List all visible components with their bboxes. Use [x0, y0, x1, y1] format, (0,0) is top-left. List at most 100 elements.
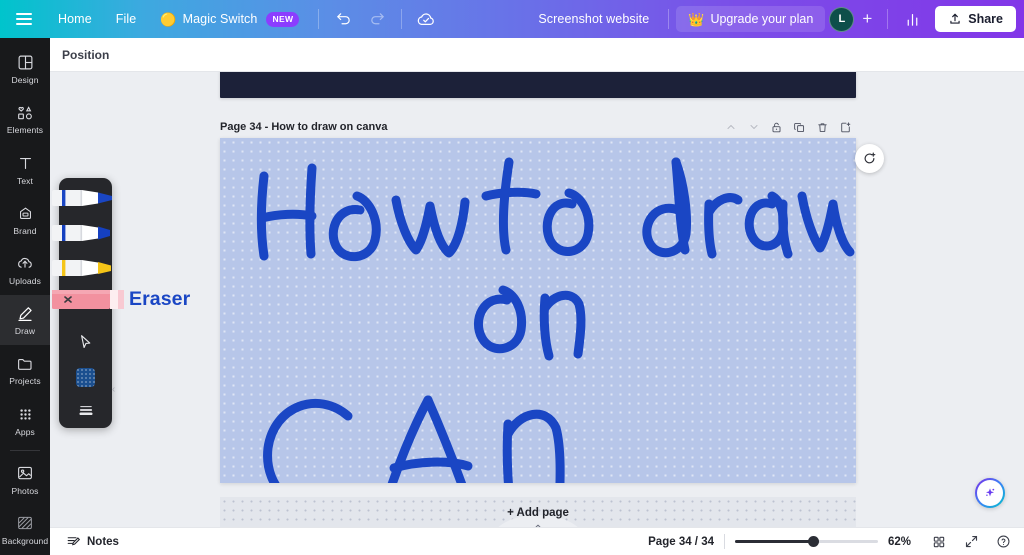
sidebar-item-photos[interactable]: Photos [0, 455, 50, 505]
main-menu-button[interactable] [2, 8, 44, 30]
redo-button[interactable] [362, 4, 392, 34]
add-page-icon[interactable] [835, 117, 856, 138]
grid-view-button[interactable] [928, 531, 950, 553]
sidebar-item-elements[interactable]: Elements [0, 94, 50, 144]
toolbar-divider-3 [668, 9, 670, 29]
file-label: File [115, 12, 137, 26]
share-button[interactable]: Share [935, 6, 1016, 32]
add-page-strip[interactable]: + Add page [220, 497, 856, 527]
avatar[interactable]: L [829, 6, 855, 32]
delete-page-icon[interactable] [812, 117, 833, 138]
avatar-initial: L [838, 13, 846, 25]
bottom-toolbar-right: Page 34 / 34 62% [648, 531, 1014, 553]
notes-button[interactable]: Notes [60, 531, 125, 552]
collapse-draw-panel-button[interactable]: ‹ [108, 375, 119, 403]
add-collaborator-button[interactable]: + [854, 9, 880, 29]
sidebar-divider [10, 449, 40, 451]
draw-tool-eraser[interactable] [52, 288, 134, 311]
sidebar-item-apps[interactable]: Apps [0, 395, 50, 445]
projects-icon [16, 354, 34, 373]
sidebar-item-design[interactable]: Design [0, 44, 50, 94]
crown-icon: 👑 [688, 11, 705, 27]
cloud-save-status-button[interactable] [411, 4, 441, 34]
uploads-icon [16, 254, 34, 273]
notes-label: Notes [87, 535, 119, 548]
upload-icon [950, 13, 960, 24]
magic-switch-icon: 🟡 [160, 11, 177, 27]
position-button[interactable]: Position [50, 48, 109, 62]
move-page-up-icon[interactable] [720, 117, 741, 138]
grid-view-icon [933, 536, 945, 547]
upgrade-plan-label: Upgrade your plan [710, 12, 814, 26]
elements-icon [16, 103, 34, 122]
insights-button[interactable] [897, 4, 927, 34]
sidebar-label-text: Text [17, 175, 33, 186]
draw-icon [16, 304, 34, 323]
eraser-callout-label: Eraser [129, 288, 191, 310]
sidebar-item-background[interactable]: Background [0, 505, 50, 555]
toolbar-divider-4 [887, 9, 889, 29]
zoom-slider[interactable] [735, 535, 878, 549]
help-button[interactable] [992, 531, 1014, 553]
bottom-toolbar: Notes Page 34 / 34 62% [50, 527, 1024, 555]
collapse-chevron-icon[interactable] [533, 519, 544, 527]
zoom-fill [735, 540, 815, 543]
lock-page-icon[interactable] [766, 117, 787, 138]
sidebar-label-draw: Draw [14, 326, 36, 337]
draw-tool-highlighter-yellow[interactable] [52, 253, 120, 283]
share-label: Share [968, 12, 1003, 26]
sidebar-label-background: Background [1, 535, 49, 546]
sidebar-item-projects[interactable]: Projects [0, 345, 50, 395]
stroke-width-icon [78, 405, 93, 415]
refresh-animate-icon [864, 152, 876, 164]
magic-switch-button[interactable]: 🟡 Magic Switch NEW [150, 7, 309, 32]
upgrade-plan-button[interactable]: 👑 Upgrade your plan [676, 6, 826, 32]
draw-tool-marker-blue-thin[interactable] [52, 183, 120, 213]
sidebar-item-draw[interactable]: Draw [0, 295, 50, 346]
position-toolbar: Position [50, 38, 1024, 72]
sidebar-label-design: Design [11, 75, 39, 86]
design-icon [17, 53, 34, 72]
color-swatch-icon [76, 368, 95, 387]
undo-button[interactable] [328, 4, 358, 34]
top-toolbar-right: Screenshot website 👑 Upgrade your plan L… [526, 0, 1024, 38]
magic-switch-label: Magic Switch [182, 12, 258, 26]
toolbar-divider-2 [401, 9, 403, 29]
home-button[interactable]: Home [48, 7, 102, 31]
toolbar-divider [318, 9, 320, 29]
sidebar-item-brand[interactable]: Brand [0, 195, 50, 245]
cloud-check-icon [418, 13, 435, 26]
cursor-arrow-icon [81, 335, 91, 349]
draw-color-swatch[interactable] [70, 362, 101, 393]
sidebar-label-apps: Apps [15, 426, 35, 437]
fullscreen-button[interactable] [960, 531, 982, 553]
duplicate-page-icon[interactable] [789, 117, 810, 138]
draw-tool-marker-blue-thick[interactable] [52, 218, 120, 248]
file-menu-button[interactable]: File [106, 7, 147, 31]
undo-icon [337, 12, 350, 24]
page-title[interactable]: Page 34 - How to draw on canva [220, 121, 388, 133]
zoom-knob[interactable] [808, 536, 819, 547]
draw-stroke-settings[interactable] [70, 394, 101, 425]
sidebar-item-uploads[interactable]: Uploads [0, 245, 50, 295]
notes-icon [67, 537, 81, 546]
document-title[interactable]: Screenshot website [528, 7, 659, 31]
move-page-down-icon[interactable] [743, 117, 764, 138]
bar-chart-icon [907, 13, 918, 26]
magic-sparkle-icon [986, 488, 995, 497]
refresh-page-button[interactable] [855, 144, 884, 173]
add-page-label[interactable]: + Add page [507, 507, 569, 519]
chevron-left-icon: ‹ [111, 383, 116, 395]
home-label: Home [58, 12, 92, 26]
drawing-canvas[interactable] [220, 138, 856, 483]
sidebar-label-photos: Photos [11, 485, 39, 496]
fullscreen-icon [965, 535, 977, 548]
canvas-stage[interactable]: Page 34 - How to draw on canva + Add pag… [50, 72, 1024, 527]
top-toolbar: Home File 🟡 Magic Switch NEW Screenshot … [0, 0, 1024, 38]
sidebar-item-text[interactable]: Text [0, 144, 50, 194]
draw-tool-cursor[interactable] [70, 326, 101, 357]
magic-studio-button[interactable] [975, 478, 1005, 508]
sidebar-label-elements: Elements [6, 125, 44, 136]
page-header: Page 34 - How to draw on canva [220, 116, 856, 138]
previous-page-thumbnail[interactable] [220, 72, 856, 98]
